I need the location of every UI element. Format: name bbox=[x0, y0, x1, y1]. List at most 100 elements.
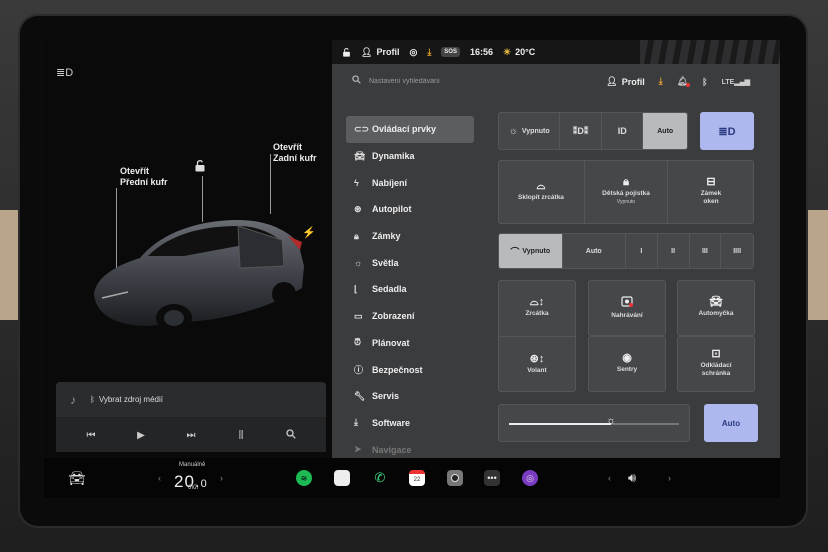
menu-item-locks[interactable]: 🔒︎ Zámky bbox=[346, 223, 474, 250]
brightness-sun-icon[interactable]: ☼ bbox=[606, 415, 616, 427]
headlight-icon[interactable]: ≣D bbox=[56, 66, 73, 79]
sentry-icon: ◉ bbox=[622, 352, 632, 364]
wipers-auto-option[interactable]: Auto bbox=[563, 234, 626, 268]
menu-item-schedule[interactable]: ⏰︎ Plánovat bbox=[346, 330, 474, 357]
download-status-icon[interactable]: ⤓ bbox=[427, 47, 431, 58]
download-icon: ⤓ bbox=[354, 417, 358, 428]
car-image bbox=[94, 220, 304, 332]
target-icon[interactable]: ◎ bbox=[409, 47, 417, 58]
search-icon[interactable] bbox=[278, 428, 304, 442]
lights-off-option[interactable]: ☼ Vypnuto bbox=[499, 113, 561, 149]
menu-item-lights[interactable]: ☼ Světla bbox=[346, 249, 474, 276]
volume-down-chevron-icon[interactable]: ‹ bbox=[608, 458, 611, 498]
sentry-button[interactable]: ◉ Sentry bbox=[588, 336, 666, 392]
glovebox-label-1: Odkládací bbox=[700, 362, 732, 369]
wipers-speed-3[interactable]: III bbox=[690, 234, 722, 268]
steering-button[interactable]: ⊛↕ Volant bbox=[498, 336, 576, 392]
car-icon[interactable]: 🚘︎ bbox=[68, 458, 86, 498]
menu-item-seats[interactable]: ⌊ Sedadla bbox=[346, 276, 474, 303]
brightness-auto-button[interactable]: Auto bbox=[704, 404, 758, 442]
high-beam-icon: ≣D bbox=[718, 125, 736, 138]
mirrors-button[interactable]: ⌓↕ Zrcátka bbox=[498, 280, 576, 336]
lock-icon: 🔒︎ bbox=[354, 230, 359, 241]
wipers-speed-4[interactable]: IIII bbox=[721, 234, 753, 268]
calendar-icon[interactable]: 22 bbox=[409, 470, 425, 486]
profile-button[interactable]: 👤︎ Profil bbox=[606, 76, 644, 87]
temp-down-chevron-icon[interactable]: ‹ bbox=[158, 458, 161, 498]
rear-trunk-button[interactable]: Otevřít Zadní kufr bbox=[273, 142, 317, 164]
media-source-label: Vybrat zdroj médií bbox=[98, 395, 163, 404]
menu-item-autopilot[interactable]: ⊛ Autopilot bbox=[346, 196, 474, 223]
sos-badge[interactable]: SOS bbox=[441, 47, 460, 57]
unlock-icon[interactable] bbox=[194, 160, 206, 175]
sun-icon: ☼ bbox=[508, 125, 518, 137]
menu-label: Servis bbox=[372, 391, 400, 402]
parking-lights-option[interactable]: ⁑D⁑ bbox=[560, 113, 602, 149]
front-trunk-button[interactable]: Otevřít Přední kufr bbox=[120, 166, 168, 188]
rear-trunk-line2: Zadní kufr bbox=[273, 153, 317, 163]
low-beam-option[interactable]: ID bbox=[602, 113, 644, 149]
menu-label: Dynamika bbox=[372, 151, 415, 162]
menu-label: Ovládací prvky bbox=[372, 124, 437, 135]
next-track-icon[interactable]: ⏭ bbox=[178, 430, 204, 441]
previous-track-icon[interactable]: ⏮ bbox=[78, 430, 104, 441]
bluetooth-icon[interactable]: ᛒ bbox=[702, 77, 707, 87]
wipers-speed-2[interactable]: II bbox=[658, 234, 690, 268]
temp-up-chevron-icon[interactable]: › bbox=[220, 458, 223, 498]
recording-button[interactable]: Nahrávání bbox=[588, 280, 666, 336]
menu-item-charging[interactable]: ϟ Nabíjení bbox=[346, 169, 474, 196]
glovebox-button[interactable]: ⊡ Odkládací schránka bbox=[677, 336, 755, 392]
carwash-button[interactable]: 🚘︎ Automyčka bbox=[677, 280, 755, 336]
volume-up-chevron-icon[interactable]: › bbox=[668, 458, 671, 498]
child-lock-icon: 🔒︎ bbox=[623, 176, 629, 188]
settings-search-input[interactable] bbox=[369, 77, 569, 85]
window-lock-icon: ⊟ bbox=[706, 176, 716, 188]
spotify-icon[interactable]: ≋ bbox=[296, 470, 312, 486]
mirror-icon: ⌓ bbox=[536, 180, 546, 192]
menu-label: Software bbox=[372, 417, 411, 428]
more-apps-icon[interactable]: ••• bbox=[484, 470, 500, 486]
unlock-status-icon[interactable] bbox=[342, 47, 351, 57]
toybox-icon[interactable]: ◎ bbox=[522, 470, 538, 486]
car-panel: ≣D Otevřít Přední kufr Otevřít Zadní kuf… bbox=[44, 40, 332, 458]
menu-item-controls[interactable]: ⊂⊃ Ovládací prvky bbox=[346, 116, 474, 143]
seat-heater-icon[interactable]: ᘏᘏ bbox=[188, 482, 198, 494]
rear-trunk-pointer bbox=[270, 154, 271, 214]
volume-icon[interactable]: 🔊︎ bbox=[628, 458, 636, 498]
parking-lights-icon: ⁑D⁑ bbox=[572, 125, 589, 136]
steering-wheel-icon: ⊛ bbox=[354, 203, 362, 214]
child-lock-button[interactable]: 🔒︎ Dětská pojistka Vypnuto bbox=[584, 161, 668, 223]
wipers-speed-1[interactable]: I bbox=[626, 234, 658, 268]
phone-icon[interactable]: ✆ bbox=[372, 470, 388, 486]
equalizer-icon[interactable]: ⫼ bbox=[228, 430, 254, 441]
media-source-button[interactable]: ᛒ Vybrat zdroj médií bbox=[90, 395, 163, 404]
window-lock-button[interactable]: ⊟ Zámek oken bbox=[669, 161, 753, 223]
bell-icon[interactable]: 🔔︎ bbox=[677, 76, 691, 87]
brightness-slider[interactable]: ☼ bbox=[498, 404, 690, 442]
headlights-selector: ☼ Vypnuto ⁑D⁑ ID Auto bbox=[498, 112, 688, 150]
download-icon[interactable]: ⤓ bbox=[659, 76, 663, 87]
low-beam-icon: ID bbox=[617, 126, 627, 136]
lights-auto-option[interactable]: Auto bbox=[643, 113, 687, 149]
dashboard-background: ≣D Otevřít Přední kufr Otevřít Zadní kuf… bbox=[0, 0, 828, 552]
camera-icon[interactable] bbox=[447, 470, 463, 486]
brightness-track[interactable] bbox=[509, 423, 679, 425]
menu-item-display[interactable]: ▭ Zobrazení bbox=[346, 303, 474, 330]
front-trunk-line1: Otevřít bbox=[120, 166, 150, 176]
notes-app-icon[interactable] bbox=[334, 470, 350, 486]
menu-item-navigation[interactable]: ➤ Navigace bbox=[346, 436, 474, 458]
menu-item-safety[interactable]: ⓘ Bezpečnost bbox=[346, 356, 474, 383]
media-player: ♪ ᛒ Vybrat zdroj médií ⏮ ▶ ⏭ ⫼ bbox=[56, 382, 326, 452]
wipers-off-option[interactable]: ⌒ Vypnuto bbox=[499, 234, 563, 268]
menu-label: Světla bbox=[372, 257, 399, 268]
music-note-icon: ♪ bbox=[70, 392, 76, 407]
high-beam-button[interactable]: ≣D bbox=[700, 112, 754, 150]
profile-status-button[interactable]: 👤︎ Profil bbox=[361, 47, 399, 58]
sun-status-icon: ☀ bbox=[503, 46, 512, 57]
menu-item-dynamics[interactable]: 🚘︎ Dynamika bbox=[346, 143, 474, 170]
sentry-label: Sentry bbox=[616, 366, 638, 373]
menu-item-service[interactable]: 🔧︎ Servis bbox=[346, 383, 474, 410]
fold-mirrors-button[interactable]: ⌓ Sklopit zrcátka bbox=[499, 161, 583, 223]
play-icon[interactable]: ▶ bbox=[128, 430, 154, 441]
menu-item-software[interactable]: ⤓ Software bbox=[346, 410, 474, 437]
